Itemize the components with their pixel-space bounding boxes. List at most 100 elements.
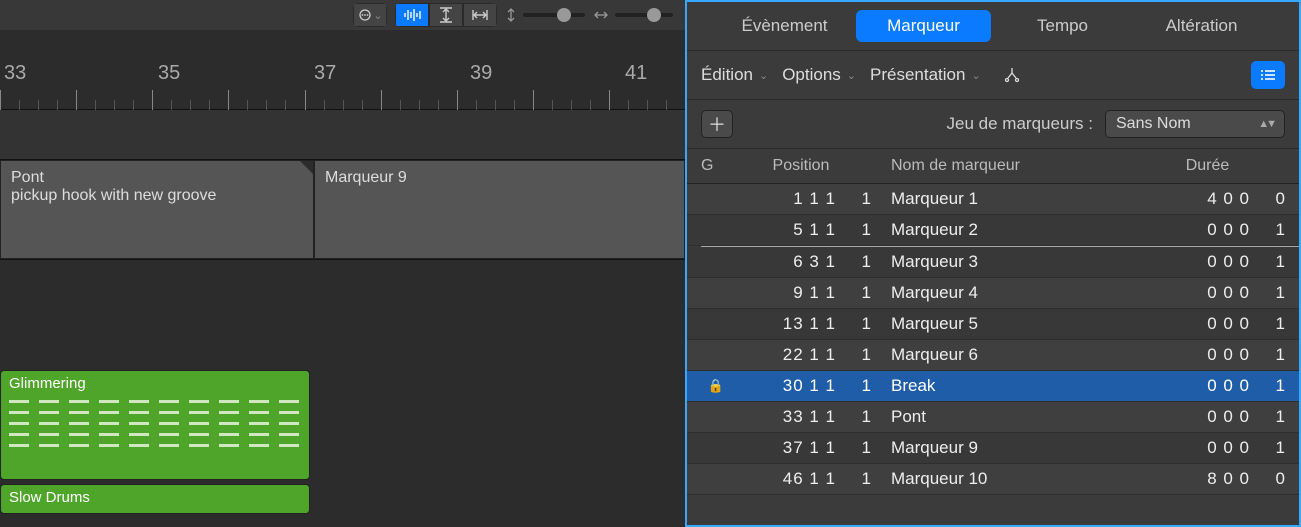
duration-sub-cell[interactable]: 1: [1250, 283, 1285, 303]
col-header-g[interactable]: G: [701, 157, 731, 175]
position-cell[interactable]: 9 1 1: [731, 283, 836, 303]
marker-region-pont[interactable]: Pont pickup hook with new groove: [0, 160, 314, 259]
list-view-button[interactable]: [1251, 61, 1285, 89]
chevron-down-icon: ⌄: [971, 69, 980, 82]
table-row[interactable]: 1 1 11Marqueur 14 0 00: [687, 184, 1299, 215]
position-cell[interactable]: 13 1 1: [731, 314, 836, 334]
menu-presentation[interactable]: Présentation⌄: [870, 65, 981, 85]
menu-button[interactable]: ⌄: [353, 3, 387, 27]
editor-menubar: Édition⌄ Options⌄ Présentation⌄: [687, 51, 1299, 100]
name-cell[interactable]: Marqueur 2: [871, 220, 1130, 240]
position-cell[interactable]: 22 1 1: [731, 345, 836, 365]
menu-edit[interactable]: Édition⌄: [701, 65, 768, 85]
marker-set-select[interactable]: Sans Nom ▲▼: [1105, 110, 1285, 138]
table-row[interactable]: 5 1 11Marqueur 20 0 01: [687, 215, 1299, 246]
col-header-position[interactable]: Position: [731, 157, 871, 175]
position-cell[interactable]: 1 1 1: [731, 189, 836, 209]
table-row[interactable]: 13 1 11Marqueur 50 0 01: [687, 309, 1299, 340]
duration-cell[interactable]: 0 0 0: [1130, 220, 1250, 240]
col-header-name[interactable]: Nom de marqueur: [871, 157, 1130, 175]
duration-cell[interactable]: 0 0 0: [1130, 438, 1250, 458]
position-cell[interactable]: 6 3 1: [731, 252, 836, 272]
name-cell[interactable]: Break: [871, 376, 1130, 396]
updown-icon: ▲▼: [1258, 118, 1274, 130]
vertical-zoom-slider[interactable]: [505, 3, 585, 27]
position-sub-cell[interactable]: 1: [836, 314, 871, 334]
timeline-ruler[interactable]: 33 35 37 39 41: [0, 30, 685, 110]
marker-region-9[interactable]: Marqueur 9: [314, 160, 685, 259]
clip-name: Glimmering: [9, 375, 86, 392]
position-sub-cell[interactable]: 1: [836, 345, 871, 365]
duration-sub-cell[interactable]: 1: [1250, 407, 1285, 427]
name-cell[interactable]: Marqueur 6: [871, 345, 1130, 365]
bar-number: 39: [470, 62, 492, 85]
position-sub-cell[interactable]: 1: [836, 252, 871, 272]
table-row[interactable]: 37 1 11Marqueur 90 0 01: [687, 433, 1299, 464]
duration-cell[interactable]: 0 0 0: [1130, 345, 1250, 365]
bar-number: 35: [158, 62, 180, 85]
duration-sub-cell[interactable]: 1: [1250, 345, 1285, 365]
tab-tempo[interactable]: Tempo: [995, 10, 1130, 42]
tab-alteration[interactable]: Altération: [1134, 10, 1269, 42]
name-cell[interactable]: Marqueur 10: [871, 469, 1130, 489]
duration-sub-cell[interactable]: 1: [1250, 220, 1285, 240]
name-cell[interactable]: Pont: [871, 407, 1130, 427]
duration-cell[interactable]: 0 0 0: [1130, 314, 1250, 334]
position-cell[interactable]: 5 1 1: [731, 220, 836, 240]
name-cell[interactable]: Marqueur 1: [871, 189, 1130, 209]
duration-cell[interactable]: 4 0 0: [1130, 189, 1250, 209]
name-cell[interactable]: Marqueur 5: [871, 314, 1130, 334]
tab-marker[interactable]: Marqueur: [856, 10, 991, 42]
table-row[interactable]: 33 1 11Pont0 0 01: [687, 402, 1299, 433]
table-row[interactable]: 9 1 11Marqueur 40 0 01: [687, 278, 1299, 309]
duration-cell[interactable]: 0 0 0: [1130, 283, 1250, 303]
position-sub-cell[interactable]: 1: [836, 407, 871, 427]
table-row[interactable]: 🔒30 1 11Break0 0 01: [687, 371, 1299, 402]
duration-sub-cell[interactable]: 1: [1250, 376, 1285, 396]
horizontal-fit-tool[interactable]: [463, 3, 497, 27]
filter-button[interactable]: [995, 61, 1029, 89]
position-cell[interactable]: 37 1 1: [731, 438, 836, 458]
audio-clip-glimmering[interactable]: Glimmering: [0, 370, 310, 480]
duration-cell[interactable]: 0 0 0: [1130, 407, 1250, 427]
position-cell[interactable]: 33 1 1: [731, 407, 836, 427]
marker-set-row: ＋ Jeu de marqueurs : Sans Nom ▲▼: [687, 100, 1299, 149]
marker-lane[interactable]: Pont pickup hook with new groove Marqueu…: [0, 160, 685, 260]
audio-clip-slowdrums[interactable]: Slow Drums: [0, 484, 310, 514]
waveform-tool[interactable]: [395, 3, 429, 27]
duration-cell[interactable]: 0 0 0: [1130, 252, 1250, 272]
position-sub-cell[interactable]: 1: [836, 376, 871, 396]
menu-options[interactable]: Options⌄: [782, 65, 856, 85]
name-cell[interactable]: Marqueur 9: [871, 438, 1130, 458]
duration-sub-cell[interactable]: 1: [1250, 252, 1285, 272]
marker-title: Pont: [11, 169, 303, 187]
position-sub-cell[interactable]: 1: [836, 283, 871, 303]
duration-sub-cell[interactable]: 0: [1250, 189, 1285, 209]
position-sub-cell[interactable]: 1: [836, 189, 871, 209]
position-sub-cell[interactable]: 1: [836, 469, 871, 489]
position-sub-cell[interactable]: 1: [836, 438, 871, 458]
duration-sub-cell[interactable]: 1: [1250, 438, 1285, 458]
table-row[interactable]: 22 1 11Marqueur 60 0 01: [687, 340, 1299, 371]
vertical-zoom-tool[interactable]: [429, 3, 463, 27]
chevron-down-icon: ⌄: [759, 69, 768, 82]
duration-cell[interactable]: 8 0 0: [1130, 469, 1250, 489]
position-cell[interactable]: 46 1 1: [731, 469, 836, 489]
track-lane[interactable]: Glimmering Slow Drums: [0, 370, 685, 487]
name-cell[interactable]: Marqueur 3: [871, 252, 1130, 272]
add-marker-button[interactable]: ＋: [701, 110, 733, 138]
position-cell[interactable]: 30 1 1: [731, 376, 836, 396]
bar-number: 41: [625, 62, 647, 85]
tab-event[interactable]: Évènement: [717, 10, 852, 42]
horizontal-zoom-slider[interactable]: [593, 3, 673, 27]
marker-set-label: Jeu de marqueurs :: [947, 114, 1093, 134]
table-row[interactable]: 6 3 11Marqueur 30 0 01: [687, 247, 1299, 278]
col-header-duration[interactable]: Durée: [1130, 157, 1285, 175]
position-sub-cell[interactable]: 1: [836, 220, 871, 240]
duration-sub-cell[interactable]: 0: [1250, 469, 1285, 489]
duration-sub-cell[interactable]: 1: [1250, 314, 1285, 334]
marker-table-header: G Position Nom de marqueur Durée: [687, 149, 1299, 184]
table-row[interactable]: 46 1 11Marqueur 108 0 00: [687, 464, 1299, 495]
name-cell[interactable]: Marqueur 4: [871, 283, 1130, 303]
duration-cell[interactable]: 0 0 0: [1130, 376, 1250, 396]
